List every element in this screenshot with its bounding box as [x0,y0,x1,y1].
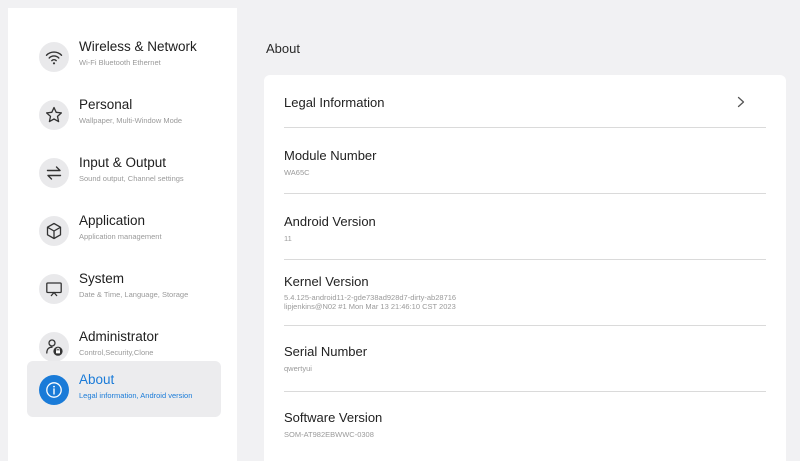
sidebar-item-subtitle: Sound output, Channel settings [79,174,184,183]
swap-arrows-icon [39,158,69,188]
sidebar-item-title: Input & Output [79,155,167,170]
admin-lock-icon [39,332,69,362]
legal-information-row[interactable]: Legal Information [284,75,766,128]
row-value: lipjenkins@N02 #1 Mon Mar 13 21:46:10 CS… [284,302,456,311]
serial-number-row: Serial Number qwertyui [284,326,766,392]
sidebar-item-title: Wireless & Network [79,39,197,54]
cube-icon [39,216,69,246]
sidebar-item-subtitle: Control,Security,Clone [79,348,154,357]
row-title: Software Version [284,410,383,425]
row-title: Module Number [284,148,377,163]
sidebar-item-subtitle: Wallpaper, Multi-Window Mode [79,116,183,125]
kernel-version-row: Kernel Version 5.4.125-android11-2-gde73… [284,260,766,326]
sidebar-item-title: Personal [79,97,133,112]
sidebar-item-subtitle: Legal information, Android version [79,391,193,400]
row-value: 11 [284,234,292,243]
sidebar-item-wireless-network[interactable]: Wireless & Network Wi-Fi Bluetooth Ether… [27,28,221,84]
wifi-icon [39,42,69,72]
sidebar-item-system[interactable]: System Date & Time, Language, Storage [27,260,221,316]
android-version-row: Android Version 11 [284,194,766,260]
sidebar-item-title: System [79,271,125,286]
row-title: Kernel Version [284,274,369,289]
sidebar-item-subtitle: Wi-Fi Bluetooth Ethernet [79,58,161,67]
sidebar-item-input-output[interactable]: Input & Output Sound output, Channel set… [27,144,221,200]
sidebar-item-title: Administrator [79,329,159,344]
sidebar-item-subtitle: Application management [79,232,162,241]
row-title: Android Version [284,214,376,229]
monitor-icon [39,274,69,304]
sidebar-item-title: About [79,372,115,387]
software-version-row: Software Version SOM-AT982EBWWC-0308 [284,392,766,458]
settings-sidebar: Wireless & Network Wi-Fi Bluetooth Ether… [8,8,237,461]
sidebar-item-about[interactable]: About Legal information, Android version [27,361,221,417]
row-title: Legal Information [284,95,385,110]
row-value: WA65C [284,168,310,177]
star-icon [39,100,69,130]
row-value: 5.4.125-android11-2-gde738ad928d7-dirty-… [284,293,457,302]
sidebar-item-personal[interactable]: Personal Wallpaper, Multi-Window Mode [27,86,221,142]
sidebar-item-title: Application [79,213,146,228]
module-number-row: Module Number WA65C [284,128,766,194]
row-value: SOM-AT982EBWWC-0308 [284,430,374,439]
info-icon [39,375,69,405]
page-title: About [266,41,300,56]
chevron-right-icon [737,96,745,108]
sidebar-item-subtitle: Date & Time, Language, Storage [79,290,189,299]
sidebar-item-application[interactable]: Application Application management [27,202,221,258]
row-title: Serial Number [284,344,368,359]
row-value: qwertyui [284,364,312,373]
about-panel: Legal Information Module Number WA65C An… [264,75,786,461]
